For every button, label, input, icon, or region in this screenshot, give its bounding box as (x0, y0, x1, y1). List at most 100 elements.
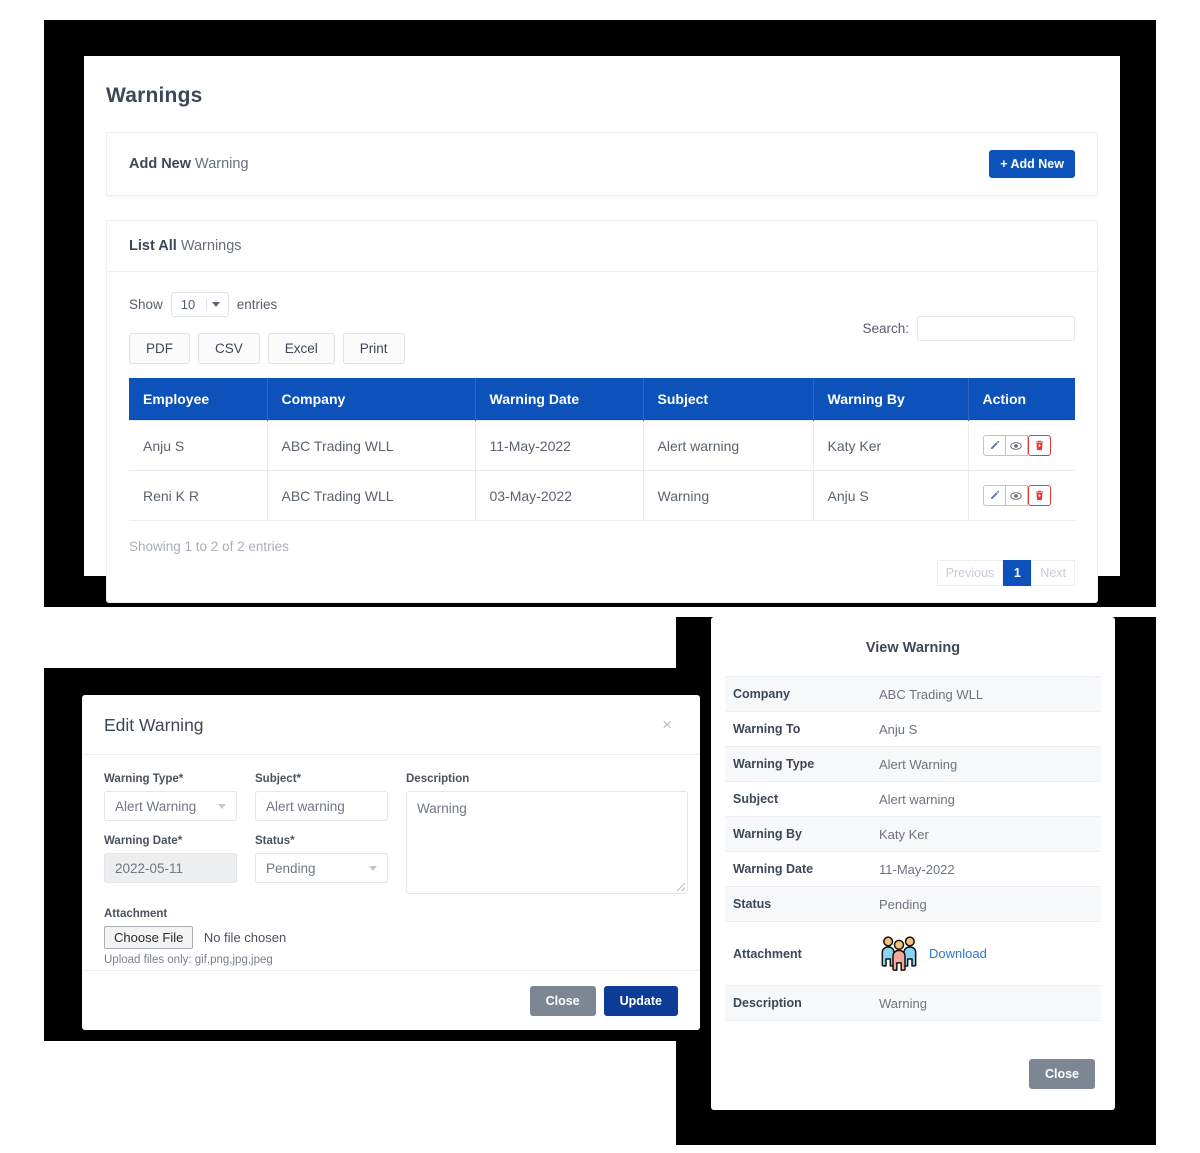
subject-value: Alert warning (266, 798, 345, 814)
pagination-page-1[interactable]: 1 (1003, 560, 1032, 586)
status-group: Status* Pending (255, 835, 388, 883)
warning-date-group: Warning Date* 2022-05-11 (104, 835, 237, 883)
view-value-warning-to: Anju S (879, 721, 918, 737)
search-input[interactable] (917, 315, 1075, 341)
description-group: Description Warning (406, 773, 688, 894)
add-new-button[interactable]: + Add New (989, 150, 1075, 178)
warning-type-group: Warning Type* Alert Warning (104, 773, 237, 821)
export-csv-button[interactable]: CSV (198, 333, 260, 364)
warnings-table-head: Employee Company Warning Date Subject Wa… (129, 378, 1075, 421)
page-title: Warnings (106, 84, 203, 107)
view-row-warning-by: Warning By Katy Ker (725, 817, 1101, 852)
column-header-company[interactable]: Company (267, 378, 476, 421)
edit-icon[interactable] (982, 435, 1006, 456)
edit-modal-title: Edit Warning (104, 715, 204, 735)
cell-subject: Alert warning (643, 420, 814, 471)
export-pdf-button[interactable]: PDF (129, 333, 190, 364)
datatable-info: Showing 1 to 2 of 2 entries (129, 539, 289, 554)
view-key-status: Status (733, 897, 772, 911)
print-button[interactable]: Print (342, 333, 405, 364)
column-header-warning-date[interactable]: Warning Date (475, 378, 644, 421)
export-button-group: PDF CSV Excel Print (129, 333, 405, 364)
view-value-company: ABC Trading WLL (879, 686, 984, 702)
view-row-warning-type: Warning Type Alert Warning (725, 747, 1101, 782)
edit-form-middle-column: Subject* Alert warning Status* Pending (255, 773, 388, 908)
warning-date-value: 2022-05-11 (115, 860, 184, 876)
download-link[interactable]: Download (929, 946, 987, 961)
warnings-page: Warnings Add New Warning + Add New List … (84, 56, 1120, 603)
datatable-container: Show 10 entries PDF CSV Excel Print Sear… (107, 272, 1097, 602)
close-icon[interactable]: × (656, 715, 678, 734)
export-excel-button[interactable]: Excel (267, 333, 335, 364)
select-divider (205, 298, 207, 311)
search-control: Search: (862, 315, 1075, 341)
view-details-table: Company ABC Trading WLL Warning To Anju … (725, 676, 1101, 1021)
subject-input[interactable]: Alert warning (255, 791, 388, 821)
status-select[interactable]: Pending (255, 853, 388, 883)
add-new-label-rest: Warning (191, 156, 249, 172)
resize-handle-icon[interactable] (677, 883, 685, 891)
cell-warning-date: 03-May-2022 (475, 470, 644, 521)
column-header-employee[interactable]: Employee (129, 378, 268, 421)
description-label: Description (406, 773, 470, 785)
view-key-warning-date: Warning Date (733, 862, 814, 876)
pagination-previous[interactable]: Previous (936, 560, 1004, 586)
row-action-group (982, 485, 1051, 506)
edit-modal-body: Warning Type* Alert Warning Warning Date… (82, 755, 700, 990)
view-warning-panel: View Warning Company ABC Trading WLL War… (711, 617, 1115, 1110)
view-row-warning-date: Warning Date 11-May-2022 (725, 852, 1101, 887)
cell-company: ABC Trading WLL (267, 470, 476, 521)
show-label: Show (129, 297, 163, 312)
delete-icon[interactable] (1027, 485, 1051, 506)
row-action-group (982, 435, 1051, 456)
chevron-down-icon (369, 865, 377, 871)
datatable-footer: Showing 1 to 2 of 2 entries Previous 1 N… (129, 527, 1075, 586)
list-all-card-title: List All Warnings (129, 238, 242, 254)
view-value-warning-by: Katy Ker (879, 826, 929, 842)
view-row-status: Status Pending (725, 887, 1101, 922)
edit-form-row-1: Warning Type* Alert Warning Warning Date… (104, 773, 688, 908)
view-icon[interactable] (1004, 435, 1028, 456)
edit-modal-header: Edit Warning × (82, 695, 700, 755)
description-textarea[interactable]: Warning (406, 791, 688, 894)
warning-type-label: Warning Type* (104, 773, 184, 785)
warnings-table-body: Anju S ABC Trading WLL 11-May-2022 Alert… (129, 420, 1075, 521)
table-row: Anju S ABC Trading WLL 11-May-2022 Alert… (129, 420, 1075, 471)
column-header-warning-by[interactable]: Warning By (813, 378, 969, 421)
cell-warning-by: Katy Ker (813, 420, 969, 471)
warning-type-value: Alert Warning (115, 798, 197, 814)
view-panel-footer: Close (711, 1038, 1115, 1110)
subject-group: Subject* Alert warning (255, 773, 388, 821)
edit-icon[interactable] (982, 485, 1006, 506)
view-row-warning-to: Warning To Anju S (725, 712, 1101, 747)
warning-type-select[interactable]: Alert Warning (104, 791, 237, 821)
column-header-subject[interactable]: Subject (643, 378, 814, 421)
view-key-company: Company (733, 687, 790, 701)
view-icon[interactable] (1004, 485, 1028, 506)
chevron-down-icon (218, 803, 226, 809)
edit-update-button[interactable]: Update (603, 985, 678, 1016)
add-new-card: Add New Warning + Add New (106, 132, 1098, 196)
warning-date-label: Warning Date* (104, 835, 183, 847)
screenshot-stage: Warnings Add New Warning + Add New List … (0, 0, 1200, 1153)
view-key-warning-type: Warning Type (733, 757, 815, 771)
cell-action (968, 420, 1075, 471)
delete-icon[interactable] (1027, 435, 1051, 456)
view-key-subject: Subject (733, 792, 779, 806)
view-close-button[interactable]: Close (1028, 1059, 1095, 1089)
entries-length-value: 10 (180, 297, 196, 312)
warning-date-input[interactable]: 2022-05-11 (104, 853, 237, 883)
chosen-file-name: No file chosen (203, 930, 287, 945)
choose-file-button[interactable]: Choose File (104, 926, 194, 949)
entries-length-select[interactable]: 10 (170, 292, 229, 317)
edit-close-button[interactable]: Close (529, 985, 596, 1016)
view-row-description: Description Warning (725, 986, 1101, 1021)
table-header-row: Employee Company Warning Date Subject Wa… (129, 378, 1075, 421)
pagination-next[interactable]: Next (1031, 560, 1075, 586)
add-new-card-header: Add New Warning + Add New (107, 133, 1097, 195)
datatable-toolbar: Show 10 entries PDF CSV Excel Print Sear… (129, 292, 1075, 364)
attachment-label: Attachment (104, 908, 168, 920)
list-all-card-header: List All Warnings (107, 221, 1097, 272)
attachment-group: Attachment Choose File No file chosen Up… (104, 908, 678, 966)
table-row: Reni K R ABC Trading WLL 03-May-2022 War… (129, 470, 1075, 521)
